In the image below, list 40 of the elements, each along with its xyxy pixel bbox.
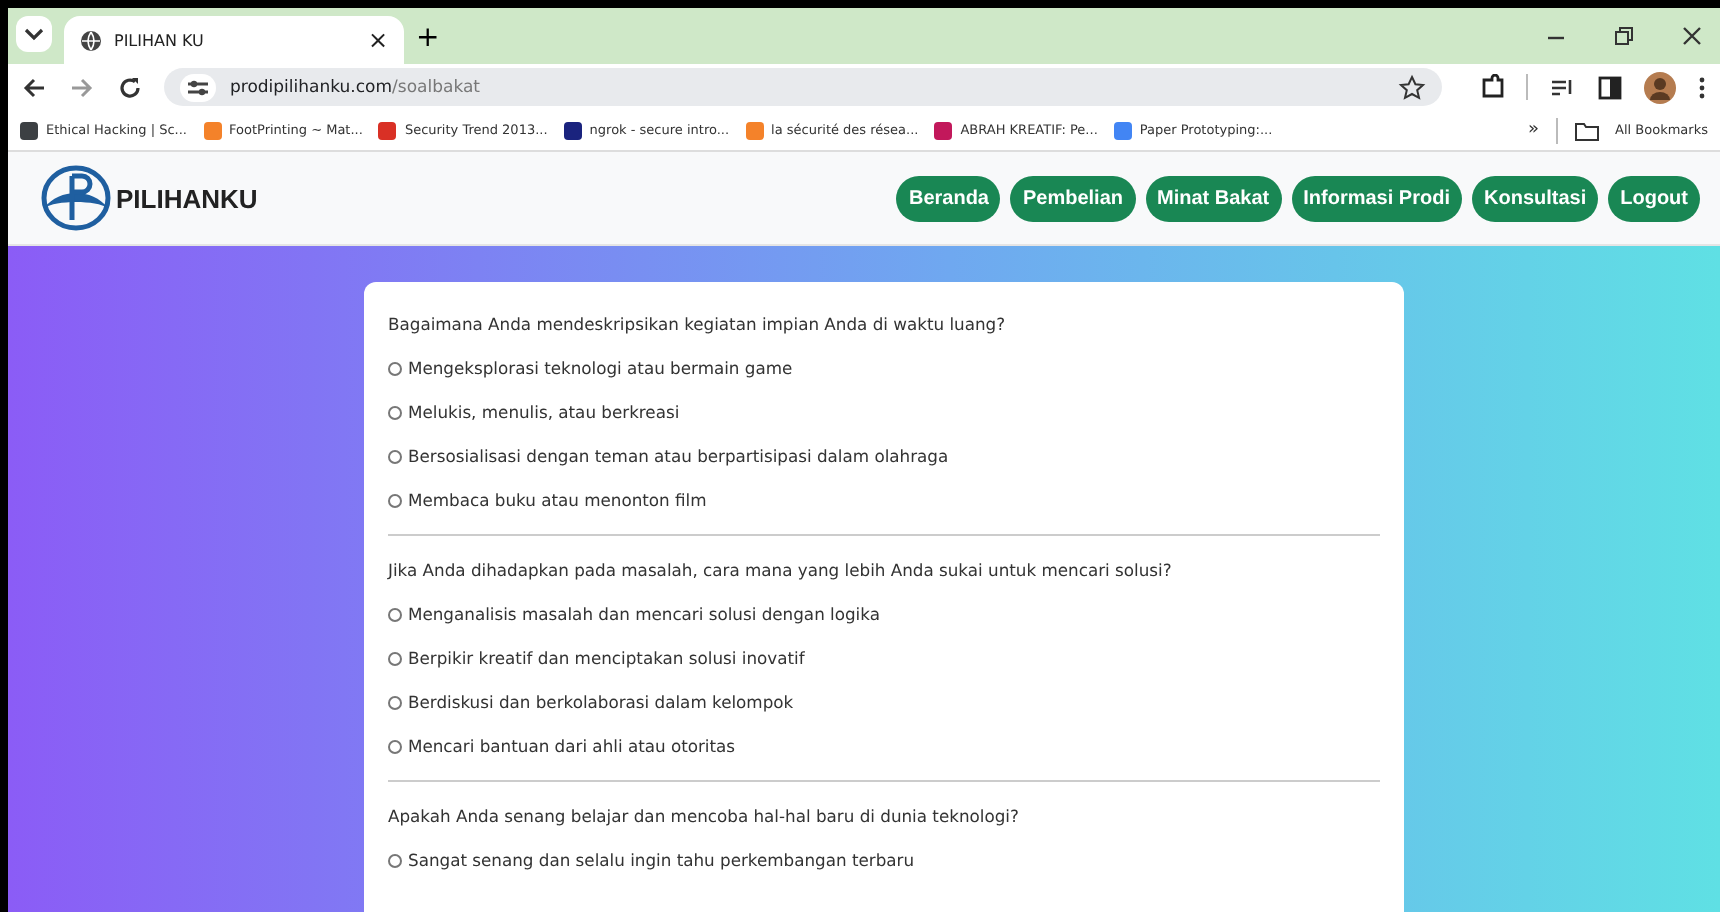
close-icon[interactable] (1680, 24, 1704, 48)
answer-option[interactable]: Sangat senang dan selalu ingin tahu perkembangan terbaru (388, 850, 915, 870)
answer-option[interactable]: Berpikir kreatif dan menciptakan solusi inovatif (388, 648, 805, 668)
restore-icon[interactable] (1612, 24, 1636, 48)
answer-option[interactable]: Bersosialisasi dengan teman atau berpartisipasi dalam olahraga (388, 446, 949, 466)
answer-option[interactable]: Melukis, menulis, atau berkreasi (388, 402, 680, 422)
nav-button[interactable]: Pembelian (1010, 175, 1136, 221)
more-bookmarks-button[interactable]: » (1528, 120, 1540, 140)
nav-button[interactable]: Beranda (896, 175, 1001, 221)
question-text: Jika Anda dihadapkan pada masalah, cara mana yang lebih Anda sukai untuk mencari solusi? (388, 560, 1174, 580)
tab-list-icon[interactable] (16, 16, 52, 52)
url-text: prodipilihanku.com/soalbakat (230, 77, 483, 97)
logo-icon (40, 164, 112, 232)
new-tab-button[interactable]: + (416, 22, 440, 54)
answer-option[interactable]: Berdiskusi dan berkolaborasi dalam kelompok (388, 692, 794, 712)
profile-avatar-icon[interactable] (1644, 71, 1676, 103)
nav-button[interactable]: Informasi Prodi (1291, 175, 1462, 221)
reload-icon[interactable] (116, 73, 144, 101)
more-menu-icon[interactable] (1696, 73, 1708, 101)
answer-option[interactable]: Membaca buku atau menonton film (388, 490, 707, 510)
brand-name[interactable]: PILIHANKU (116, 183, 258, 213)
nav-button[interactable]: Logout (1608, 175, 1700, 221)
question-text: Bagaimana Anda mendeskripsikan kegiatan impian Anda di waktu luang? (388, 314, 1008, 334)
browser-tab[interactable]: PILIHAN KU × (64, 16, 404, 64)
nav-button[interactable]: Konsultasi (1472, 175, 1599, 221)
side-panel-icon[interactable] (1596, 73, 1624, 101)
folder-icon (1573, 119, 1600, 141)
back-icon[interactable] (20, 73, 48, 101)
address-field[interactable]: prodipilihanku.com/soalbakat (164, 68, 1442, 106)
forward-icon[interactable] (68, 73, 96, 101)
nav-button[interactable]: Minat Bakat (1145, 175, 1282, 221)
question-text: Apakah Anda senang belajar dan mencoba hal-hal baru di dunia teknologi? (388, 806, 1021, 826)
star-icon[interactable] (1398, 73, 1426, 101)
globe-icon (80, 29, 102, 51)
site-settings-icon[interactable] (180, 73, 216, 101)
answer-option[interactable]: Mengeksplorasi teknologi atau bermain game (388, 358, 793, 378)
answer-option[interactable]: Mencari bantuan dari ahli atau otoritas (388, 736, 736, 756)
tab-title: PILIHAN KU (114, 31, 206, 49)
close-tab-button[interactable]: × (367, 26, 388, 54)
answer-option[interactable]: Menganalisis masalah dan mencari solusi dengan logika (388, 604, 880, 624)
